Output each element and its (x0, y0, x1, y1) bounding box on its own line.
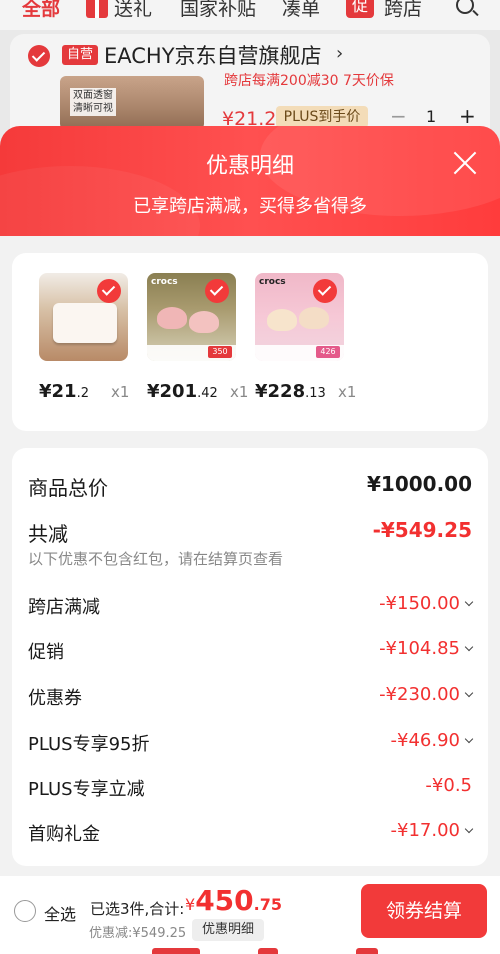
tab-combine[interactable]: 凑单 (282, 0, 320, 21)
checkmark-icon[interactable] (205, 279, 229, 303)
tab-cross-store[interactable]: 跨店 (384, 0, 422, 21)
discount-value: -¥0.5 (425, 775, 472, 796)
chevron-down-icon[interactable] (464, 597, 474, 607)
total-reduction-label: 共减 (28, 522, 68, 546)
discount-value: -¥230.00 (379, 684, 474, 705)
tabbar-peek (152, 948, 200, 954)
tab-all[interactable]: 全部 (22, 0, 60, 21)
tab-subsidy[interactable]: 国家补贴 (180, 0, 256, 21)
select-all-checkbox[interactable] (14, 900, 36, 922)
discount-modal-header: 优惠明细 已享跨店满减，买得多省得多 (0, 126, 500, 236)
quantity-increase-button[interactable]: + (459, 104, 476, 128)
discount-label: PLUS专享95折 (28, 734, 150, 755)
chevron-right-icon[interactable]: › (336, 43, 343, 64)
discount-value: -¥104.85 (379, 638, 474, 659)
total-price-value: ¥1000.00 (366, 472, 472, 496)
product-promo-text: 跨店每满200减30 7天价保 (224, 73, 394, 89)
checkout-button[interactable]: 领券结算 (361, 884, 487, 938)
brand-logo: crocs (151, 277, 178, 287)
product-price: ¥21.2 (39, 381, 89, 402)
discount-modal-body: ¥21.2 x1 crocs 350 ¥201.42 x1 crocs 426 (0, 236, 500, 876)
product-quantity: x1 (338, 383, 357, 401)
shoe-graphic (267, 309, 297, 331)
checkmark-icon[interactable] (97, 279, 121, 303)
checkmark-icon[interactable] (313, 279, 337, 303)
store-name[interactable]: EACHY京东自营旗舰店 (104, 40, 322, 70)
product-image[interactable]: 双面透窗 清晰可视 (60, 76, 204, 130)
brand-logo: crocs (259, 277, 286, 287)
price-summary-card: 商品总价 ¥1000.00 共减 -¥549.25 以下优惠不包含红包，请在结算… (12, 448, 488, 866)
chevron-down-icon[interactable] (464, 642, 474, 652)
total-price-label: 商品总价 (28, 476, 108, 500)
price-badge: 426 (316, 346, 340, 358)
close-icon[interactable] (452, 150, 478, 176)
storage-box-graphic (53, 303, 117, 343)
product-thumbnail[interactable]: crocs 426 (255, 273, 344, 361)
product-price: ¥228.13 (255, 381, 326, 402)
shoe-graphic (157, 307, 187, 329)
discount-value: -¥46.90 (391, 730, 474, 751)
product-thumbnail[interactable] (39, 273, 128, 361)
shoe-graphic (299, 307, 329, 329)
chevron-down-icon[interactable] (464, 688, 474, 698)
modal-subtitle: 已享跨店满减，买得多省得多 (133, 196, 367, 217)
shoe-graphic (189, 311, 219, 333)
top-nav: 全部 送礼 国家补贴 凑单 促 跨店 (0, 0, 500, 30)
discount-value: -¥150.00 (379, 593, 474, 614)
discount-label: 促销 (28, 642, 64, 663)
tab-gift[interactable]: 送礼 (114, 0, 152, 21)
search-icon[interactable] (456, 0, 474, 14)
total-amount: ¥450.75 (185, 884, 282, 917)
gift-icon (86, 0, 108, 18)
self-operated-badge: 自营 (62, 45, 98, 65)
discount-label: PLUS专享立减 (28, 779, 145, 800)
price-badge: 350 (208, 346, 232, 358)
discount-note: 以下优惠不包含红包，请在结算页查看 (28, 550, 284, 568)
total-reduction-value: -¥549.25 (372, 518, 472, 542)
selected-count-text: 已选3件,合计: (90, 900, 185, 918)
selected-product[interactable]: ¥21.2 x1 (39, 273, 129, 403)
discount-value: -¥17.00 (391, 820, 474, 841)
product-thumbnail[interactable]: crocs 350 (147, 273, 236, 361)
selected-product[interactable]: crocs 426 ¥228.13 x1 (255, 273, 356, 403)
modal-title: 优惠明细 (205, 154, 294, 179)
discount-label: 优惠券 (28, 688, 82, 709)
chevron-down-icon[interactable] (464, 734, 474, 744)
quantity-decrease-button[interactable]: − (390, 104, 407, 128)
tabbar-peek (258, 948, 278, 954)
product-price: ¥201.42 (147, 381, 218, 402)
checkout-bar: 全选 已选3件,合计: ¥450.75 优惠减:¥549.25 优惠明细 领券结… (0, 876, 500, 954)
select-all-label[interactable]: 全选 (44, 901, 76, 925)
discount-label: 跨店满减 (28, 597, 100, 618)
discount-detail-button[interactable]: 优惠明细 (192, 919, 264, 941)
promo-badge: 促 (346, 0, 374, 18)
store-checkbox[interactable] (28, 45, 50, 67)
tabbar-peek (356, 948, 378, 954)
chevron-down-icon[interactable] (464, 824, 474, 834)
discount-label: 首购礼金 (28, 824, 100, 845)
quantity-value[interactable]: 1 (426, 107, 436, 126)
product-image-text: 双面透窗 清晰可视 (70, 88, 116, 116)
selected-product[interactable]: crocs 350 ¥201.42 x1 (147, 273, 248, 403)
plus-price-tag: PLUS到手价 (276, 106, 368, 128)
product-quantity: x1 (230, 383, 249, 401)
discount-sum-text: 优惠减:¥549.25 (89, 926, 187, 941)
selected-products-card: ¥21.2 x1 crocs 350 ¥201.42 x1 crocs 426 (12, 253, 488, 431)
product-quantity: x1 (111, 383, 130, 401)
